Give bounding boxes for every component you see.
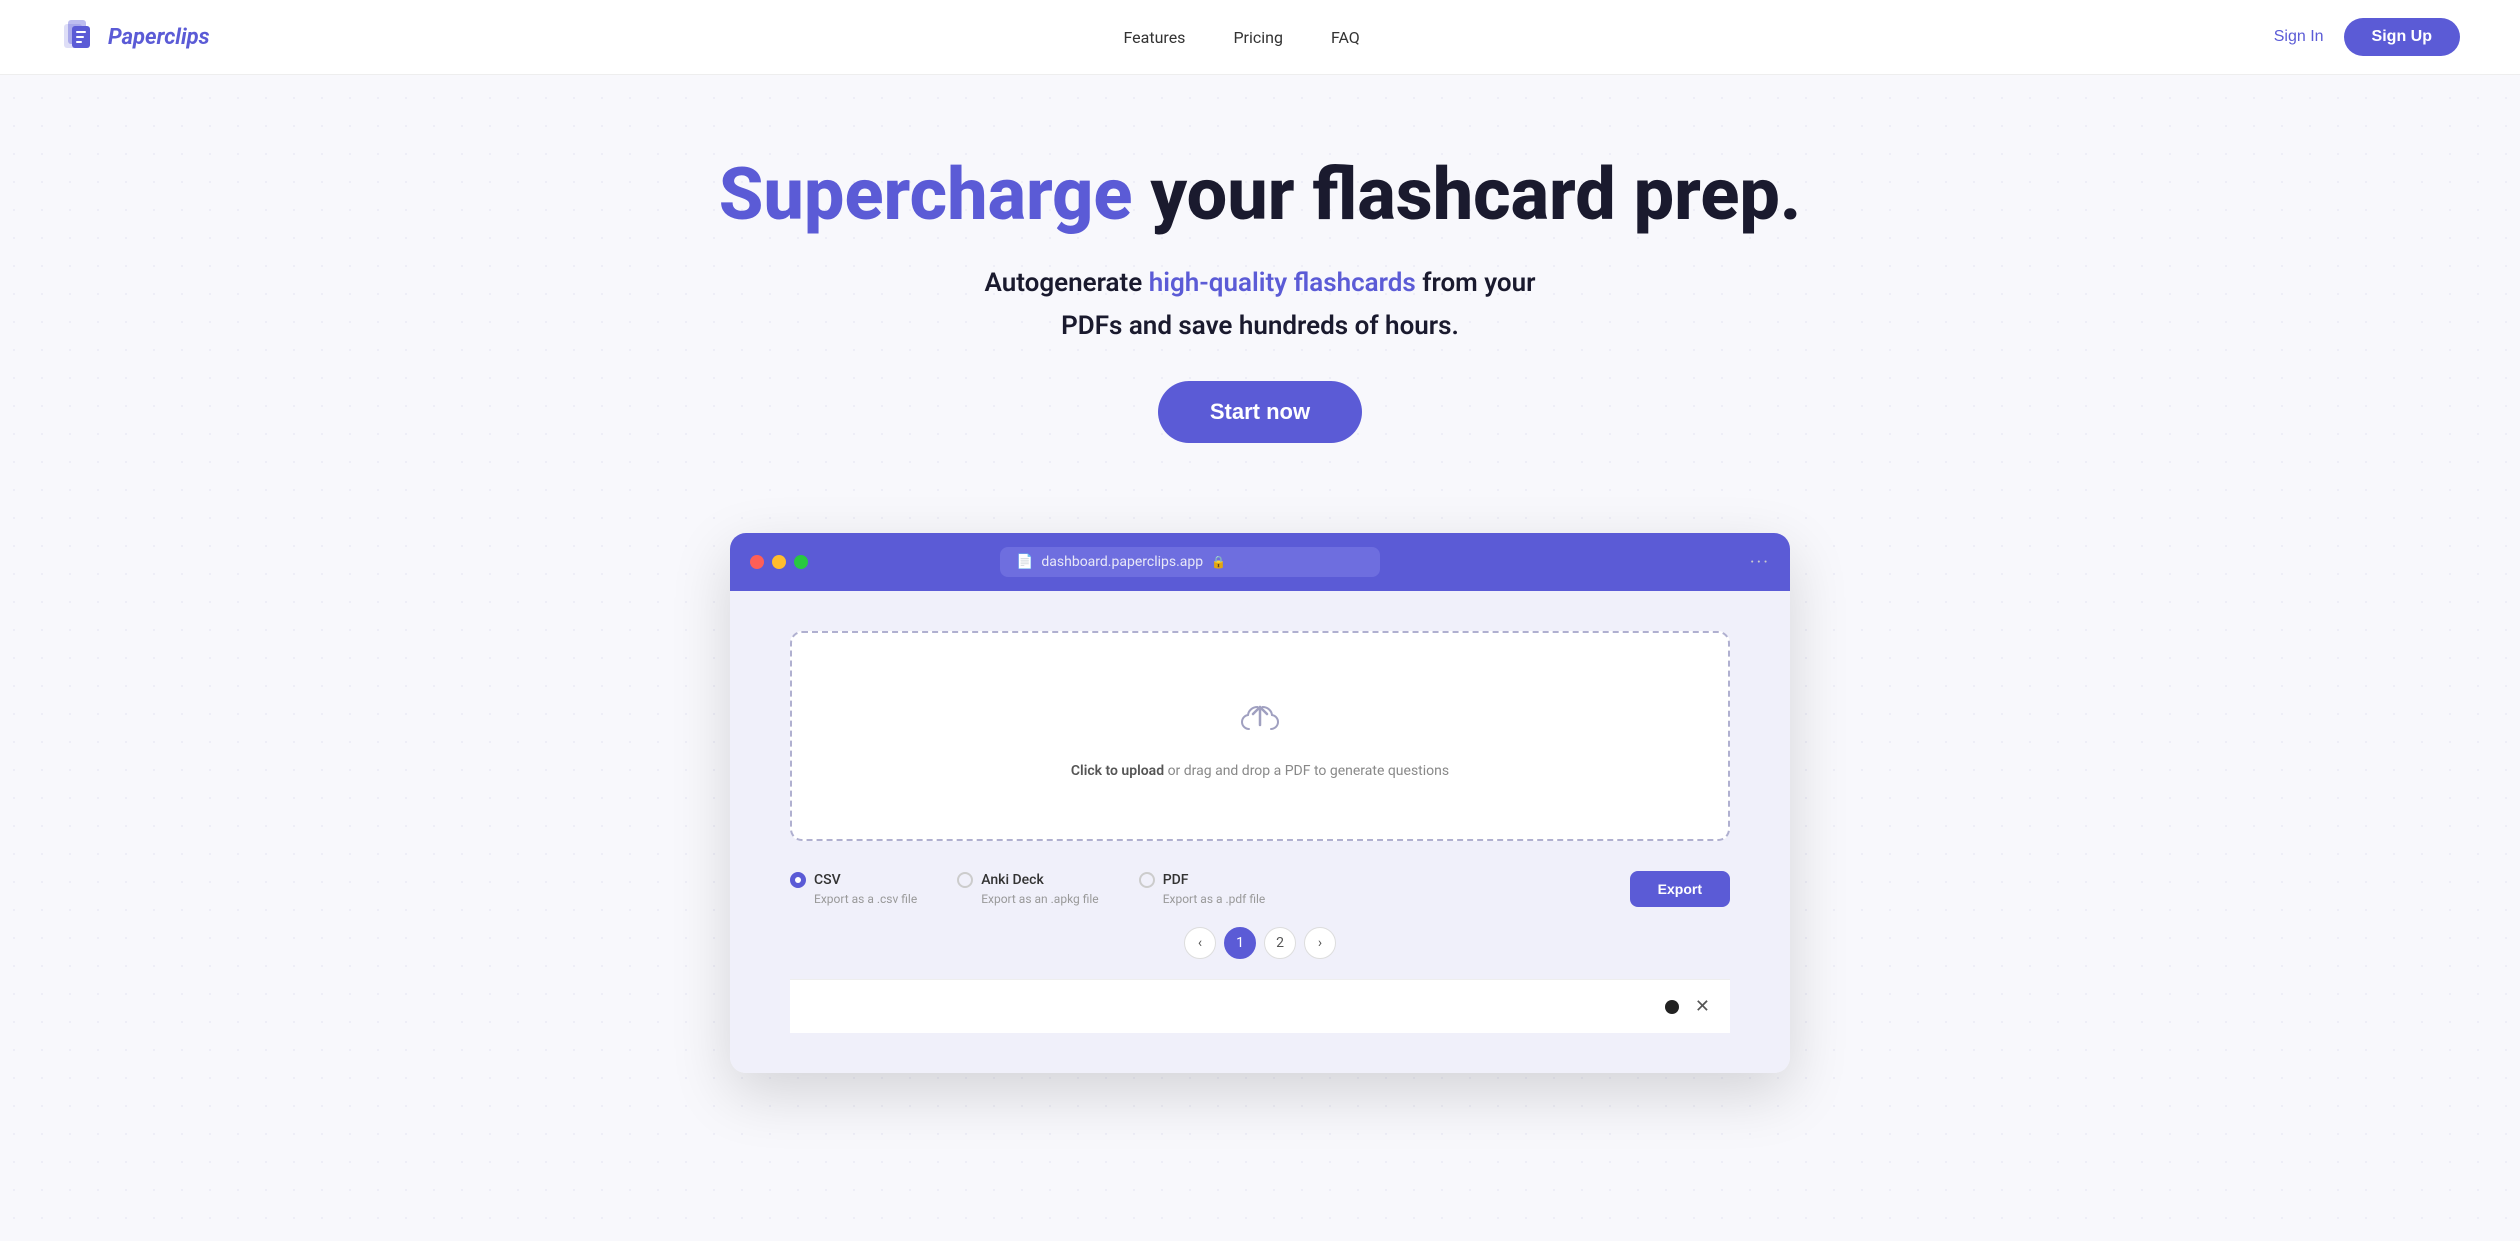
pagination-prev[interactable]: ‹: [1184, 927, 1216, 959]
pagination-next[interactable]: ›: [1304, 927, 1336, 959]
logo[interactable]: Paperclips: [60, 18, 210, 56]
hero-section: Supercharge your flashcard prep. Autogen…: [0, 75, 2520, 493]
export-option-pdf-label: PDF: [1139, 872, 1189, 888]
browser-content: Click to upload or drag and drop a PDF t…: [730, 591, 1790, 1073]
upload-click-text: Click to upload: [1071, 763, 1164, 779]
export-option-pdf[interactable]: PDF Export as a .pdf file: [1139, 872, 1266, 906]
browser-page-icon: 📄: [1016, 554, 1033, 570]
upload-icon: [1235, 693, 1285, 747]
sign-in-button[interactable]: Sign In: [2274, 28, 2324, 46]
hero-subtitle-prefix: Autogenerate: [984, 268, 1148, 298]
nav-features[interactable]: Features: [1124, 28, 1186, 47]
pagination: ‹ 1 2 ›: [790, 927, 1730, 959]
navbar: Paperclips Features Pricing FAQ Sign In …: [0, 0, 2520, 75]
radio-anki[interactable]: [957, 872, 973, 888]
upload-area[interactable]: Click to upload or drag and drop a PDF t…: [790, 631, 1730, 841]
nav-pricing[interactable]: Pricing: [1233, 28, 1283, 47]
logo-icon: [60, 18, 98, 56]
hero-subtitle-line2: PDFs and save hundreds of hours.: [20, 311, 2500, 341]
hero-title-rest: your flashcard prep.: [1132, 152, 1801, 237]
pagination-page-1[interactable]: 1: [1224, 927, 1256, 959]
start-now-button[interactable]: Start now: [1158, 381, 1362, 443]
export-csv-text: CSV: [814, 872, 841, 888]
hero-subtitle-accent: high-quality flashcards: [1149, 268, 1416, 298]
upload-drag-text: or drag and drop a PDF to generate quest…: [1164, 763, 1449, 779]
hero-subtitle-suffix: from your: [1416, 268, 1536, 298]
export-option-csv[interactable]: CSV Export as a .csv file: [790, 872, 917, 906]
hero-title: Supercharge your flashcard prep.: [20, 155, 2500, 234]
export-option-csv-label: CSV: [790, 872, 841, 888]
browser-lock-icon: 🔒: [1211, 555, 1226, 569]
browser-dot-yellow[interactable]: [772, 555, 786, 569]
radio-pdf[interactable]: [1139, 872, 1155, 888]
browser-url-text: dashboard.paperclips.app: [1041, 554, 1203, 570]
export-option-anki[interactable]: Anki Deck Export as an .apkg file: [957, 872, 1099, 906]
nav-actions: Sign In Sign Up: [2274, 18, 2460, 56]
hero-title-accent: Supercharge: [719, 152, 1133, 237]
bottom-dot-icon: [1665, 1000, 1679, 1014]
radio-csv[interactable]: [790, 872, 806, 888]
nav-links: Features Pricing FAQ: [1124, 28, 1360, 47]
browser-dot-red[interactable]: [750, 555, 764, 569]
nav-faq[interactable]: FAQ: [1331, 28, 1360, 47]
close-icon[interactable]: ✕: [1695, 996, 1710, 1017]
hero-subtitle-line1: Autogenerate high-quality flashcards fro…: [20, 264, 2500, 303]
browser-mockup: 📄 dashboard.paperclips.app 🔒 ··· Click t…: [730, 533, 1790, 1073]
bottom-bar: ✕: [790, 979, 1730, 1033]
browser-chrome-bar: 📄 dashboard.paperclips.app 🔒 ···: [730, 533, 1790, 591]
export-button[interactable]: Export: [1630, 871, 1730, 907]
browser-url-bar[interactable]: 📄 dashboard.paperclips.app 🔒: [1000, 547, 1380, 577]
browser-dot-green[interactable]: [794, 555, 808, 569]
export-anki-text: Anki Deck: [981, 872, 1044, 888]
upload-text: Click to upload or drag and drop a PDF t…: [1071, 763, 1449, 779]
export-csv-sublabel: Export as a .csv file: [814, 892, 917, 906]
browser-dots: [750, 555, 808, 569]
pagination-page-2[interactable]: 2: [1264, 927, 1296, 959]
export-options-row: CSV Export as a .csv file Anki Deck Expo…: [790, 871, 1730, 907]
sign-up-button[interactable]: Sign Up: [2344, 18, 2460, 56]
export-option-anki-label: Anki Deck: [957, 872, 1044, 888]
export-pdf-sublabel: Export as a .pdf file: [1163, 892, 1266, 906]
export-pdf-text: PDF: [1163, 872, 1189, 888]
logo-text: Paperclips: [108, 25, 210, 50]
browser-menu-button[interactable]: ···: [1750, 552, 1770, 573]
export-anki-sublabel: Export as an .apkg file: [981, 892, 1099, 906]
